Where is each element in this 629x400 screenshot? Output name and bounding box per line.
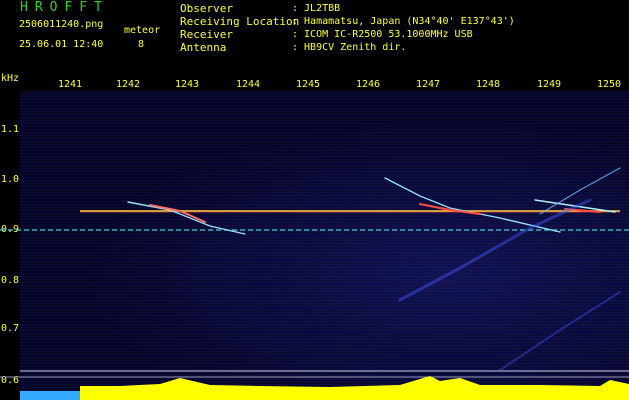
meteor-trace-8: [398, 198, 592, 302]
spectrogram-overlay: [0, 167, 629, 400]
meteor-trace-4: [419, 203, 481, 215]
level-bar-start: [20, 391, 80, 400]
meteor-traces: [127, 167, 621, 371]
meteor-trace-3: [384, 177, 561, 233]
meteor-trace-1: [127, 201, 246, 235]
level-bar: [80, 376, 629, 400]
faint-diffuse-trace: [499, 291, 621, 371]
